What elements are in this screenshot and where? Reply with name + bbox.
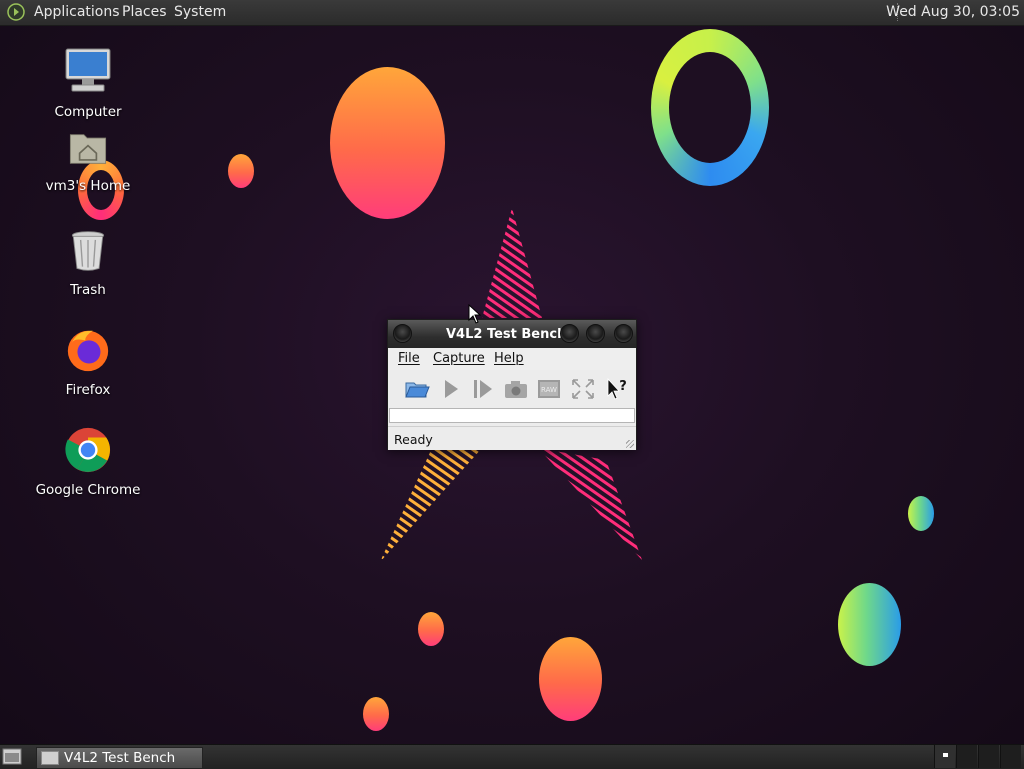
taskbar-window-label: V4L2 Test Bench [64, 750, 176, 766]
v4l2-window: V4L2 Test Bench File Capture Help RAW ? … [387, 319, 637, 450]
raw-label: RAW [541, 386, 557, 394]
applications-menu-icon[interactable] [7, 3, 25, 21]
workspace-4[interactable] [1000, 745, 1021, 768]
desktop-icon-trash[interactable]: Trash [33, 228, 143, 298]
wallpaper-blob [363, 697, 389, 731]
desktop-icon-label: Trash [70, 282, 106, 298]
mouse-cursor-icon [468, 304, 482, 324]
top-panel: Applications Places System Wed Aug 30, 0… [0, 0, 1024, 26]
wallpaper-blob [418, 612, 444, 646]
taskbar-window-button[interactable]: V4L2 Test Bench [36, 747, 203, 769]
wallpaper-blob [838, 583, 901, 666]
workspace-1[interactable] [934, 745, 955, 768]
file-menu[interactable]: File [398, 351, 420, 366]
resize-grip[interactable] [626, 440, 634, 448]
desktop-icon-computer[interactable]: Computer [33, 46, 143, 120]
desktop-icon-label: Google Chrome [35, 482, 141, 498]
close-button[interactable] [614, 324, 633, 343]
home-folder-icon [69, 134, 107, 164]
snapshot-icon[interactable] [503, 377, 529, 401]
whats-this-icon[interactable]: ? [604, 377, 630, 401]
wallpaper-blob [330, 67, 445, 219]
computer-icon [65, 48, 111, 92]
window-toolbar: RAW ? [388, 370, 636, 406]
firefox-icon [67, 330, 109, 372]
workspace-2[interactable] [956, 745, 977, 768]
window-menu-button[interactable] [393, 324, 412, 343]
show-desktop-icon[interactable] [2, 748, 22, 765]
minimize-button[interactable] [560, 324, 579, 343]
desktop-icon-home[interactable]: vm3's Home [33, 128, 143, 194]
window-titlebar[interactable]: V4L2 Test Bench [388, 320, 636, 348]
desktop-icon-firefox[interactable]: Firefox [33, 326, 143, 398]
wallpaper-blob [908, 496, 934, 531]
desktop-icon-label: vm3's Home [45, 178, 131, 194]
applications-menu[interactable]: Applications [34, 4, 120, 20]
places-menu[interactable]: Places [122, 4, 167, 20]
chrome-icon [65, 427, 111, 473]
wallpaper-blob [539, 637, 602, 721]
window-title: V4L2 Test Bench [446, 327, 567, 342]
maximize-button[interactable] [586, 324, 605, 343]
desktop-icon-label: Firefox [65, 382, 111, 398]
wallpaper-ring-hole [669, 52, 751, 163]
window-menubar: File Capture Help [388, 348, 636, 370]
desktop-icon-chrome[interactable]: Google Chrome [33, 426, 143, 498]
open-icon[interactable] [404, 377, 430, 401]
system-menu[interactable]: System [174, 4, 226, 20]
video-area [389, 408, 635, 423]
help-menu[interactable]: Help [494, 351, 524, 366]
step-icon[interactable] [470, 377, 496, 401]
raw-icon[interactable]: RAW [536, 377, 562, 401]
trash-icon [71, 231, 105, 271]
desktop-icon-label: Computer [54, 104, 122, 120]
workspace-switcher [934, 745, 1024, 769]
wallpaper-blob [228, 154, 254, 188]
window-icon [41, 751, 59, 765]
fullscreen-icon[interactable] [570, 377, 596, 401]
workspace-3[interactable] [978, 745, 999, 768]
capture-menu[interactable]: Capture [433, 351, 485, 366]
bottom-panel: V4L2 Test Bench [0, 744, 1024, 769]
svg-text:?: ? [619, 379, 627, 394]
status-bar: Ready [388, 426, 636, 450]
clock[interactable]: Wed Aug 30, 03:05 [886, 4, 1020, 20]
play-icon[interactable] [438, 377, 464, 401]
status-text: Ready [394, 432, 433, 447]
